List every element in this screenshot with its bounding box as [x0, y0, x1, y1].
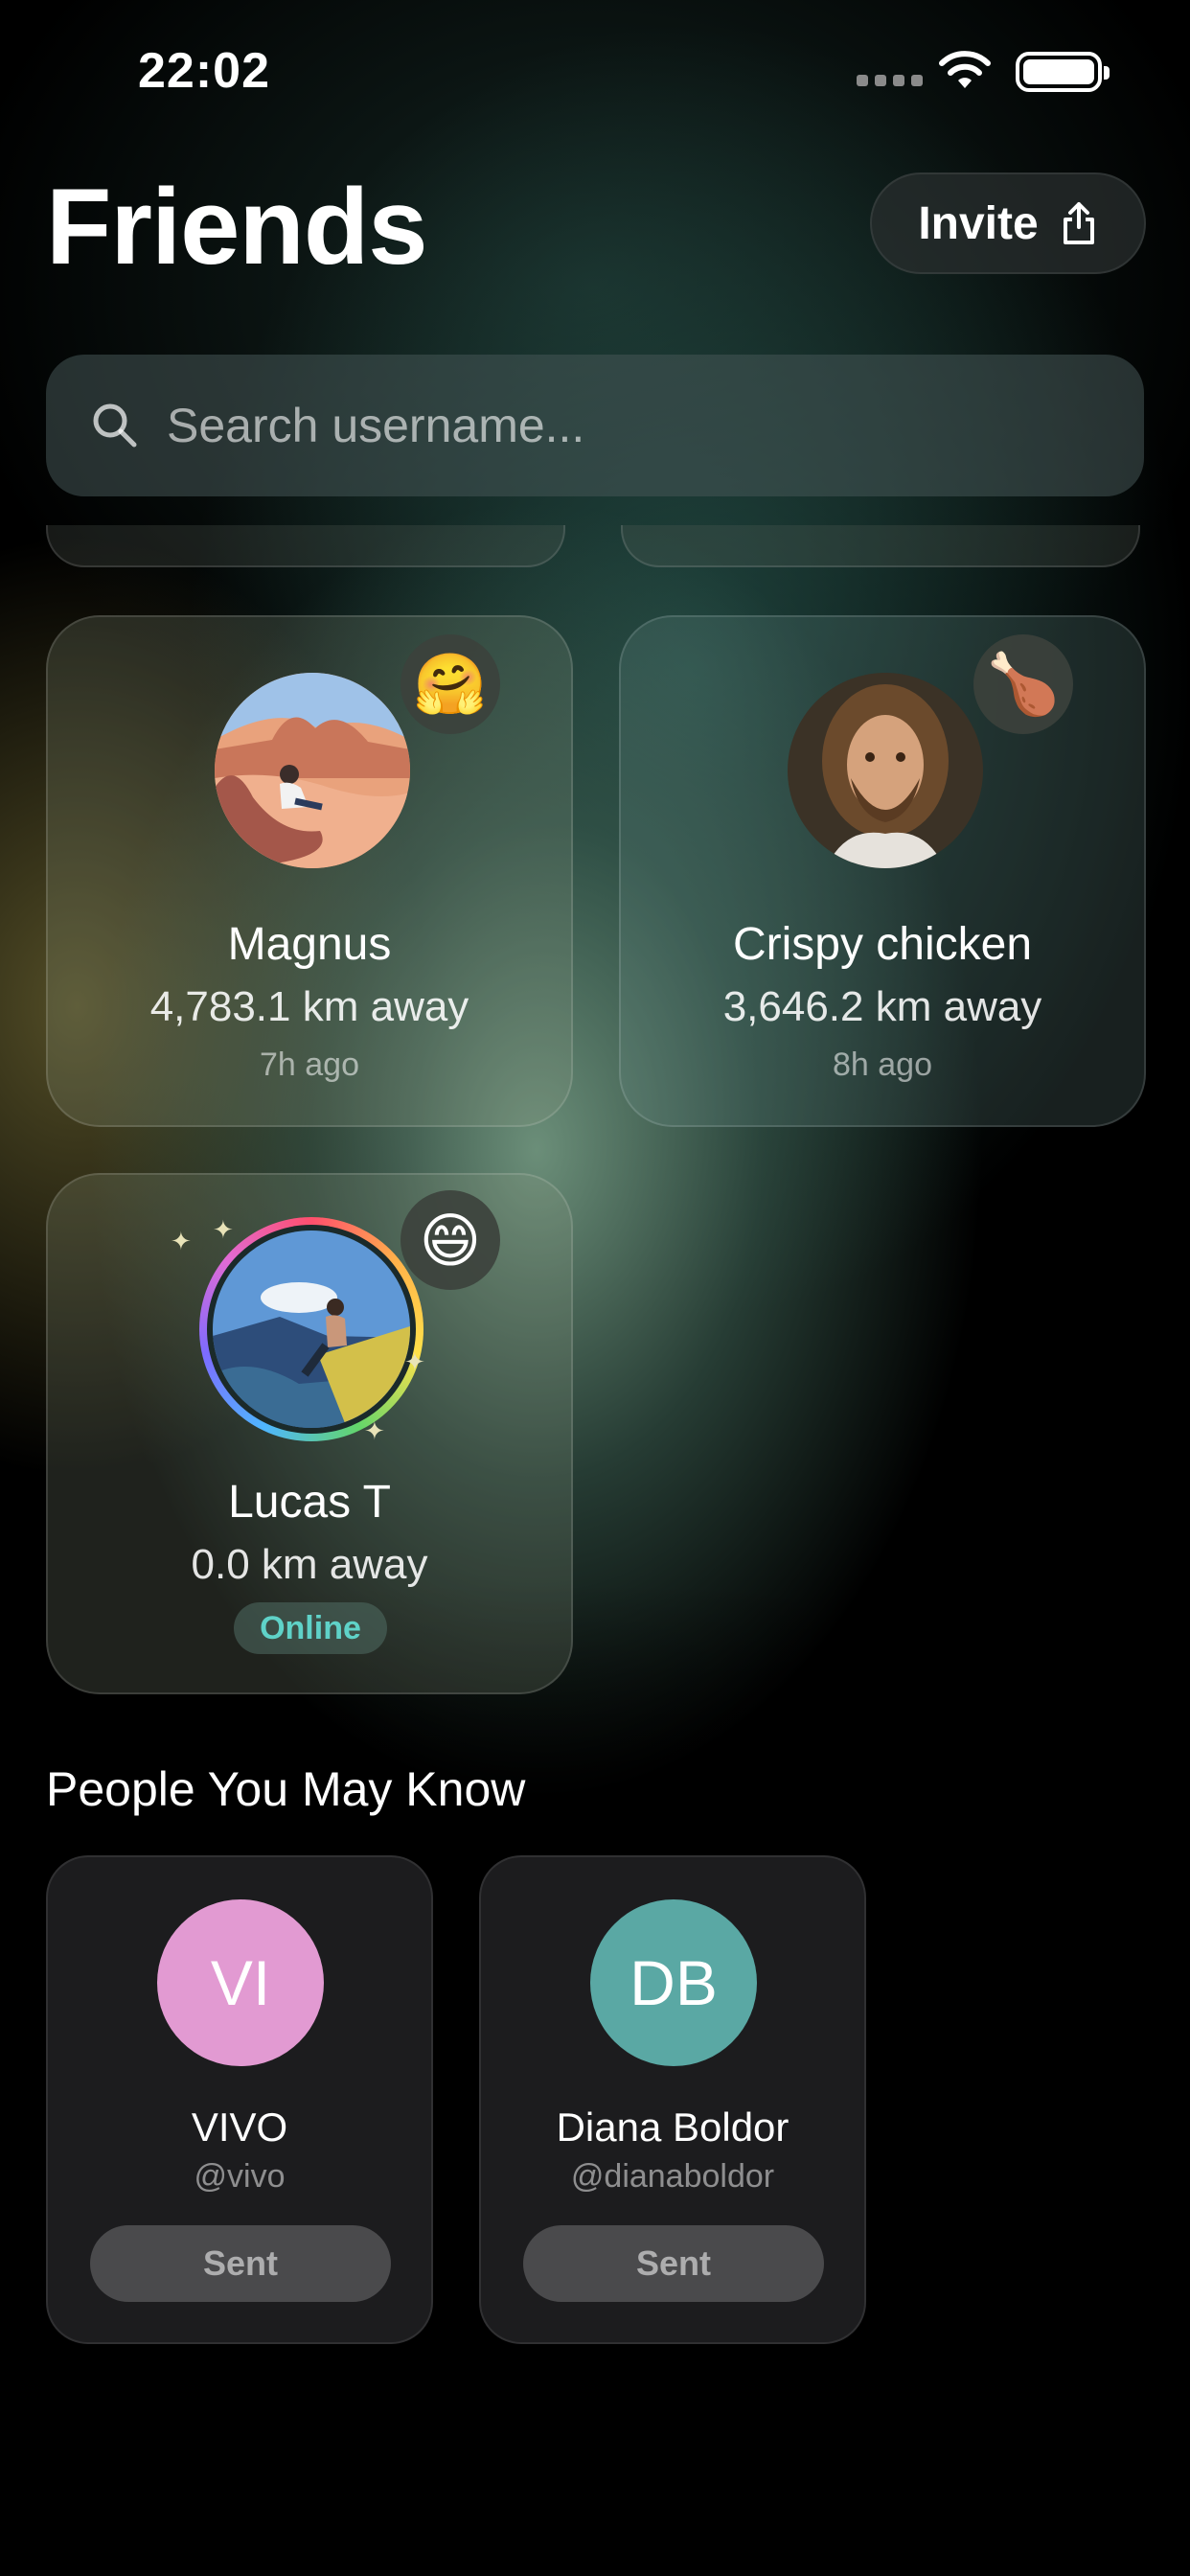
share-icon [1063, 202, 1094, 244]
request-sent-button[interactable]: Sent [523, 2225, 824, 2302]
avatar [215, 673, 410, 868]
suggestion-handle: @dianaboldor [570, 2158, 775, 2195]
online-badge: Online [234, 1602, 387, 1654]
suggestion-card-diana-boldor[interactable]: DB Diana Boldor @dianaboldor Sent [479, 1855, 866, 2344]
avatar [213, 1230, 410, 1428]
friend-distance: 0.0 km away [191, 1541, 428, 1588]
friend-name: Crispy chicken [732, 919, 1033, 970]
invite-label: Invite [918, 197, 1039, 249]
suggestion-card-vivo[interactable]: VI VIVO @vivo Sent [46, 1855, 433, 2344]
story-ring [199, 1217, 423, 1441]
battery-icon [1016, 52, 1110, 92]
friend-card-partial[interactable] [46, 525, 565, 567]
friend-distance: 4,783.1 km away [149, 983, 469, 1030]
friend-name: Magnus [227, 919, 392, 970]
request-sent-button[interactable]: Sent [90, 2225, 391, 2302]
avatar-initials: VI [157, 1899, 324, 2066]
sparkle-icon: ✦ [404, 1347, 425, 1376]
status-emoji-badge: 🤗 [400, 634, 500, 734]
status-time: 22:02 [138, 43, 270, 99]
page-title: Friends [46, 167, 428, 287]
suggestion-name: Diana Boldor [556, 2104, 790, 2150]
search-icon [93, 403, 137, 448]
search-bar[interactable] [46, 355, 1144, 496]
friend-last-seen: 8h ago [833, 1046, 932, 1083]
invite-button[interactable]: Invite [870, 172, 1146, 274]
friend-card-partial[interactable] [621, 525, 1140, 567]
friend-distance: 3,646.2 km away [722, 983, 1042, 1030]
suggestion-handle: @vivo [194, 2158, 286, 2195]
status-emoji-badge: 🍗 [973, 634, 1073, 734]
sparkle-icon: ✦ [213, 1215, 234, 1244]
avatar [788, 673, 983, 868]
wifi-icon [939, 51, 991, 88]
status-emoji-badge: 😄 [400, 1190, 500, 1290]
suggestion-name: VIVO [191, 2104, 288, 2150]
search-input[interactable] [167, 398, 1029, 453]
friend-card-magnus[interactable]: 🤗 Magnus 4,783.1 km away 7h ago [46, 615, 573, 1127]
friend-last-seen: 7h ago [260, 1046, 359, 1083]
friend-card-lucas-t[interactable]: ✦ ✦ ✦ ✦ 😄 Lucas T 0.0 km away Online [46, 1173, 573, 1694]
friend-card-crispy-chicken[interactable]: 🍗 Crispy chicken 3,646.2 km away 8h ago [619, 615, 1146, 1127]
sparkle-icon: ✦ [364, 1416, 385, 1445]
friend-name: Lucas T [228, 1477, 391, 1528]
sparkle-icon: ✦ [171, 1227, 192, 1255]
avatar-initials: DB [590, 1899, 757, 2066]
section-title: People You May Know [46, 1762, 526, 1816]
cellular-signal-icon [857, 75, 923, 86]
